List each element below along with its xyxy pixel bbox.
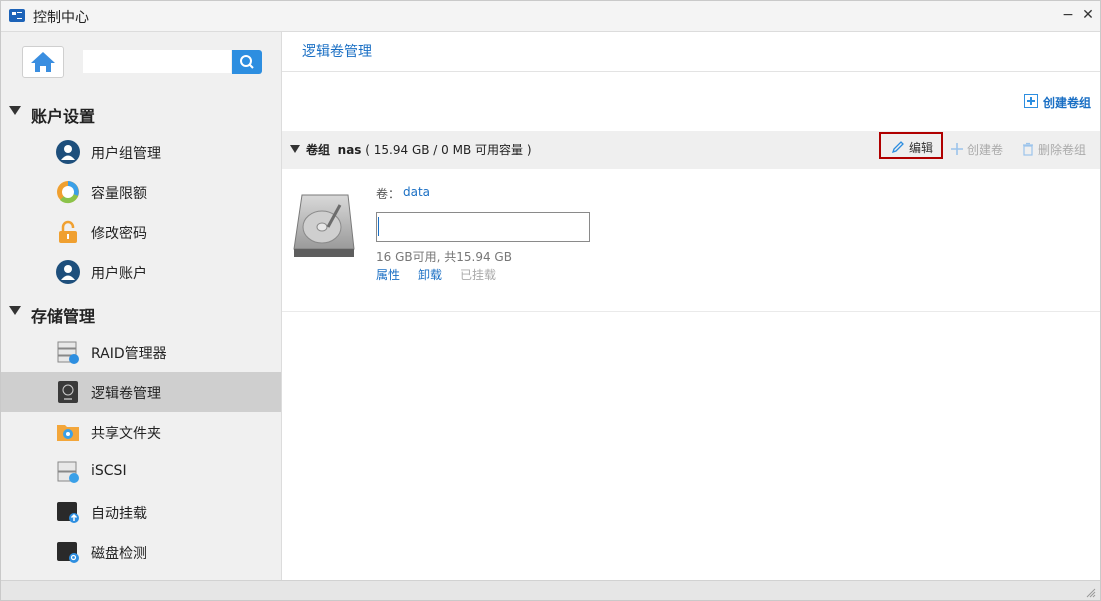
volume-group-prefix: 卷组 <box>306 143 331 157</box>
search-button[interactable] <box>232 50 262 74</box>
sidebar-item-label: 修改密码 <box>91 226 147 242</box>
volume-group-header: 卷组 nas ( 15.94 GB / 0 MB 可用容量 ) 创建卷 删除卷组 <box>282 131 1100 169</box>
sidebar-item-label: RAID管理器 <box>91 346 167 362</box>
sidebar-item-quota[interactable]: 容量限额 <box>1 172 281 212</box>
edit-button[interactable]: 编辑 <box>879 132 943 159</box>
volume-group-title: 卷组 nas ( 15.94 GB / 0 MB 可用容量 ) <box>306 141 532 158</box>
sidebar-item-user-account[interactable]: 用户账户 <box>1 252 281 292</box>
sidebar-item-auto-mount[interactable]: 自动挂载 <box>1 492 281 532</box>
sidebar-item-label: 容量限额 <box>91 186 147 202</box>
volume-name-input[interactable] <box>376 212 590 242</box>
title-bar: 控制中心 − ✕ <box>1 1 1100 32</box>
volume-label: 卷： <box>376 187 401 201</box>
disk-check-icon <box>57 542 79 563</box>
edit-label: 编辑 <box>909 141 934 155</box>
search-icon <box>240 55 254 69</box>
iscsi-icon <box>57 461 79 483</box>
minimize-button[interactable]: − <box>1059 6 1077 24</box>
sidebar-item-label: 逻辑卷管理 <box>91 386 161 402</box>
breadcrumb-current[interactable]: 逻辑卷管理 <box>302 41 372 61</box>
control-center-window: 控制中心 − ✕ 账户设置 用户组管理 容量限额 修改密码 用户账户 存储管理 … <box>0 0 1101 601</box>
plus-icon <box>951 143 963 155</box>
trash-icon <box>1023 142 1033 156</box>
collapse-triangle-icon <box>9 306 21 315</box>
text-cursor <box>378 217 379 236</box>
home-icon <box>31 52 55 72</box>
auto-mount-icon <box>57 502 79 523</box>
divider <box>282 311 1100 312</box>
main-content: 逻辑卷管理 创建卷组 卷组 nas ( 15.94 GB / 0 MB 可用容量… <box>282 32 1100 580</box>
sidebar-item-label: 用户账户 <box>91 266 147 282</box>
sidebar-item-label: iSCSI <box>91 463 127 479</box>
sidebar-item-label: 自动挂载 <box>91 506 147 522</box>
sidebar-item-label: 磁盘检测 <box>91 546 147 562</box>
sidebar-item-lvm[interactable]: 逻辑卷管理 <box>1 372 281 412</box>
shared-folder-icon <box>57 425 79 441</box>
sidebar-item-label: 共享文件夹 <box>91 426 161 442</box>
breadcrumb: 逻辑卷管理 <box>282 32 1100 72</box>
volume-group-name: nas <box>337 143 362 157</box>
create-volume-label: 创建卷 <box>967 143 1004 157</box>
properties-link[interactable]: 属性 <box>376 266 400 283</box>
sidebar-item-iscsi[interactable]: iSCSI <box>1 452 281 492</box>
sidebar: 账户设置 用户组管理 容量限额 修改密码 用户账户 存储管理 RAID管理器 逻… <box>1 32 282 580</box>
section-storage-management[interactable]: 存储管理 <box>1 295 281 329</box>
window-title: 控制中心 <box>33 10 89 26</box>
create-volume-group-label: 创建卷组 <box>1043 96 1092 110</box>
quota-icon <box>57 181 79 204</box>
sidebar-item-disk-check[interactable]: 磁盘检测 <box>1 532 281 572</box>
sidebar-item-user-groups[interactable]: 用户组管理 <box>1 132 281 172</box>
mounted-status: 已挂载 <box>460 268 497 282</box>
lvm-icon <box>58 381 78 403</box>
close-button[interactable]: ✕ <box>1079 6 1097 24</box>
section-label: 账户设置 <box>31 107 96 126</box>
search-input[interactable] <box>83 50 231 73</box>
home-button[interactable] <box>22 46 64 78</box>
resize-grip-icon[interactable] <box>1086 588 1096 598</box>
section-label: 存储管理 <box>31 307 96 326</box>
collapse-triangle-icon[interactable] <box>290 145 300 153</box>
unmount-link[interactable]: 卸载 <box>418 266 442 283</box>
status-bar <box>1 580 1100 600</box>
pencil-icon <box>891 141 904 154</box>
sidebar-item-label: 用户组管理 <box>91 146 161 162</box>
user-account-icon <box>56 260 80 284</box>
hard-disk-icon <box>293 194 355 257</box>
volume-group-capacity: ( 15.94 GB / 0 MB 可用容量 ) <box>365 143 532 157</box>
sidebar-item-raid[interactable]: RAID管理器 <box>1 332 281 372</box>
collapse-triangle-icon <box>9 106 21 115</box>
volume-capacity-text: 16 GB可用, 共15.94 GB <box>376 250 512 264</box>
delete-volume-group-label: 删除卷组 <box>1038 143 1087 157</box>
sidebar-item-change-password[interactable]: 修改密码 <box>1 212 281 252</box>
user-group-icon <box>56 140 80 164</box>
section-account-settings[interactable]: 账户设置 <box>1 95 281 129</box>
volume-name-link[interactable]: data <box>403 185 430 199</box>
app-icon <box>9 9 25 22</box>
lock-icon <box>59 220 77 243</box>
sidebar-item-shared-folder[interactable]: 共享文件夹 <box>1 412 281 452</box>
plus-box-icon <box>1024 94 1038 108</box>
raid-icon <box>57 341 79 364</box>
